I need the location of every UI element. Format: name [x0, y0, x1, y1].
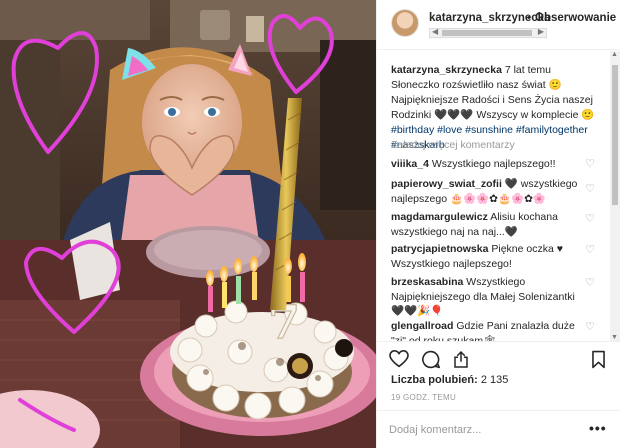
- comment-like-heart-icon[interactable]: ♡: [584, 213, 596, 225]
- comment-item: brzeskasabina Wszystkiego Najpiękniejsze…: [391, 275, 585, 319]
- scroll-left-arrow-icon[interactable]: ◀: [432, 27, 438, 36]
- avatar[interactable]: [391, 9, 419, 37]
- comment-item: papierowy_swiat_zofii 🖤 wszystkiego najl…: [391, 177, 585, 206]
- comment-like-heart-icon[interactable]: ♡: [584, 321, 596, 333]
- post-photo[interactable]: 7: [0, 0, 376, 448]
- comment-username[interactable]: viiika_4: [391, 158, 429, 170]
- add-comment-bar: •••: [377, 410, 620, 448]
- post-timestamp: 19 GODZ. TEMU: [391, 393, 457, 402]
- scrollbar-thumb[interactable]: [612, 65, 618, 205]
- comment-text: Wszystkiego najlepszego!!: [431, 158, 556, 170]
- post-header: katarzyna_skrzynecka • Obserwowanie ◀ ▶: [377, 0, 620, 50]
- comment-item: viiika_4 Wszystkiego najlepszego!!: [391, 157, 585, 172]
- author-username[interactable]: katarzyna_skrzynecka: [429, 12, 550, 24]
- bookmark-icon[interactable]: [591, 350, 606, 369]
- likes-count[interactable]: Liczba polubień: 2 135: [391, 374, 508, 386]
- comment-username[interactable]: papierowy_swiat_zofii: [391, 178, 502, 190]
- likes-label: Liczba polubień:: [391, 374, 478, 386]
- scroll-up-arrow-icon[interactable]: ▲: [611, 51, 618, 58]
- post-side-panel: katarzyna_skrzynecka • Obserwowanie ◀ ▶ …: [376, 0, 620, 448]
- comment-username[interactable]: magdamargulewicz: [391, 211, 488, 223]
- header-horizontal-scrollbar[interactable]: ◀ ▶: [429, 27, 547, 38]
- heart-outline-icon[interactable]: [389, 350, 409, 368]
- comment-like-heart-icon[interactable]: ♡: [584, 158, 596, 170]
- scroll-down-arrow-icon[interactable]: ▼: [611, 334, 618, 341]
- comment-username[interactable]: glengallroad: [391, 320, 453, 332]
- comment-item: patrycjapietnowska Piękne oczka ♥ Wszyst…: [391, 242, 585, 271]
- more-options-icon[interactable]: •••: [589, 420, 607, 436]
- comment-username[interactable]: brzeskasabina: [391, 276, 463, 288]
- comment-item: magdamargulewicz Alisiu kochana wszystki…: [391, 210, 585, 239]
- comment-item: glengallroad Gdzie Pani znalazła duże "z…: [391, 319, 585, 341]
- comment-like-heart-icon[interactable]: ♡: [584, 244, 596, 256]
- caption-username[interactable]: katarzyna_skrzynecka: [391, 64, 502, 76]
- photo-illustration: 7: [0, 0, 376, 448]
- comment-like-heart-icon[interactable]: ♡: [584, 277, 596, 289]
- share-icon[interactable]: [452, 350, 470, 369]
- comments-vertical-scrollbar[interactable]: ▲ ▼: [610, 51, 620, 341]
- comment-bubble-icon[interactable]: [421, 350, 440, 369]
- header-separator: •: [527, 12, 531, 24]
- comment-like-heart-icon[interactable]: ♡: [584, 183, 596, 195]
- load-more-comments-button[interactable]: Załaduj więcej komentarzy: [391, 139, 515, 151]
- action-bar: [377, 341, 620, 373]
- follow-button[interactable]: Obserwowanie: [535, 12, 616, 24]
- comment-input[interactable]: [389, 421, 569, 439]
- scroll-right-arrow-icon[interactable]: ▶: [538, 27, 544, 36]
- comments-list: katarzyna_skrzynecka 7 lat temu Słoneczk…: [377, 51, 620, 341]
- scrollbar-thumb[interactable]: [442, 30, 532, 36]
- likes-number: 2 135: [480, 374, 509, 386]
- comment-username[interactable]: patrycjapietnowska: [391, 243, 488, 255]
